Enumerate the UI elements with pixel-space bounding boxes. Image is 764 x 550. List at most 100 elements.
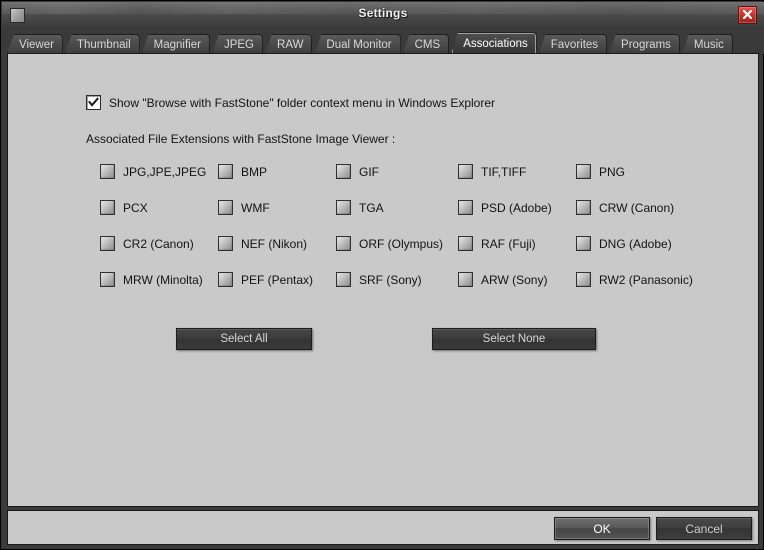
extension-label: SRF (Sony) — [359, 272, 422, 287]
extension-row: JPG,JPE,JPEG BMP GIF TIF,TIFF PNG — [100, 164, 710, 200]
extension-checkbox-crw-canon[interactable]: CRW (Canon) — [576, 200, 674, 215]
extension-label: WMF — [241, 200, 270, 215]
tab-label: Thumbnail — [76, 38, 131, 51]
tab-list: Viewer Thumbnail Magnifier JPEG RAW Dual Moni… — [7, 30, 735, 54]
tab-dual-monitor[interactable]: Dual Monitor — [314, 34, 401, 54]
checkbox-unchecked-icon[interactable] — [336, 272, 351, 287]
extension-checkbox-grid: JPG,JPE,JPEG BMP GIF TIF,TIFF PNG PCX WMF TGA PS… — [100, 164, 710, 308]
extension-label: BMP — [241, 164, 268, 179]
checkbox-checked-icon[interactable] — [86, 95, 101, 110]
extension-checkbox-jpg-jpe-jpeg[interactable]: JPG,JPE,JPEG — [100, 164, 206, 179]
tab-magnifier[interactable]: Magnifier — [141, 34, 210, 54]
extension-label: PSD (Adobe) — [481, 200, 552, 215]
extension-label: TIF,TIFF — [481, 164, 527, 179]
extension-label: CR2 (Canon) — [123, 236, 194, 251]
extension-label: ARW (Sony) — [481, 272, 548, 287]
extension-checkbox-srf-sony[interactable]: SRF (Sony) — [336, 272, 422, 287]
checkbox-unchecked-icon[interactable] — [100, 200, 115, 215]
extension-label: DNG (Adobe) — [599, 236, 672, 251]
extension-row: PCX WMF TGA PSD (Adobe) CRW (Canon) — [100, 200, 710, 236]
checkbox-unchecked-icon[interactable] — [576, 200, 591, 215]
extension-checkbox-orf-olympus[interactable]: ORF (Olympus) — [336, 236, 443, 251]
extension-checkbox-bmp[interactable]: BMP — [218, 164, 267, 179]
extension-checkbox-pcx[interactable]: PCX — [100, 200, 148, 215]
tab-raw[interactable]: RAW — [265, 34, 313, 54]
checkbox-unchecked-icon[interactable] — [218, 236, 233, 251]
associated-extensions-heading: Associated File Extensions with FastSton… — [86, 132, 396, 146]
tab-label: Music — [693, 38, 724, 51]
tab-thumbnail[interactable]: Thumbnail — [64, 34, 140, 54]
tab-label: Associations — [463, 37, 528, 50]
extension-checkbox-arw-sony[interactable]: ARW (Sony) — [458, 272, 547, 287]
window-title: Settings — [358, 6, 408, 20]
tab-label: CMS — [414, 38, 441, 51]
extension-label: RW2 (Panasonic) — [599, 272, 693, 287]
checkbox-unchecked-icon[interactable] — [336, 164, 351, 179]
show-browse-context-menu-label: Show "Browse with FastStone" folder cont… — [109, 95, 496, 110]
select-none-button[interactable]: Select None — [432, 328, 596, 350]
extension-checkbox-raf-fuji[interactable]: RAF (Fuji) — [458, 236, 536, 251]
tab-strip: Viewer Thumbnail Magnifier JPEG RAW Dual Moni… — [2, 27, 764, 54]
checkbox-unchecked-icon[interactable] — [218, 200, 233, 215]
checkbox-unchecked-icon[interactable] — [576, 236, 591, 251]
extension-checkbox-pef-pentax[interactable]: PEF (Pentax) — [218, 272, 313, 287]
checkbox-unchecked-icon[interactable] — [458, 272, 473, 287]
cancel-button[interactable]: Cancel — [656, 517, 752, 540]
select-all-button[interactable]: Select All — [176, 328, 312, 350]
tab-jpeg[interactable]: JPEG — [211, 34, 264, 54]
checkbox-unchecked-icon[interactable] — [458, 164, 473, 179]
tab-label: Programs — [621, 38, 671, 51]
tab-label: Favorites — [550, 38, 599, 51]
tab-cms[interactable]: CMS — [402, 34, 450, 54]
extension-checkbox-nef-nikon[interactable]: NEF (Nikon) — [218, 236, 307, 251]
extension-checkbox-tif-tiff[interactable]: TIF,TIFF — [458, 164, 526, 179]
extension-checkbox-psd-adobe[interactable]: PSD (Adobe) — [458, 200, 552, 215]
tab-label: JPEG — [223, 38, 255, 51]
extension-label: RAF (Fuji) — [481, 236, 536, 251]
ok-button[interactable]: OK — [554, 517, 650, 540]
checkbox-unchecked-icon[interactable] — [100, 236, 115, 251]
extension-label: PEF (Pentax) — [241, 272, 314, 287]
tab-music[interactable]: Music — [681, 34, 733, 54]
tab-associations[interactable]: Associations — [451, 32, 537, 54]
extension-checkbox-wmf[interactable]: WMF — [218, 200, 270, 215]
tab-favorites[interactable]: Favorites — [538, 34, 608, 54]
tab-label: Viewer — [19, 38, 54, 51]
tab-viewer[interactable]: Viewer — [7, 34, 63, 54]
close-icon[interactable] — [738, 6, 757, 24]
checkbox-unchecked-icon[interactable] — [218, 272, 233, 287]
extension-checkbox-dng-adobe[interactable]: DNG (Adobe) — [576, 236, 672, 251]
extension-label: NEF (Nikon) — [241, 236, 308, 251]
checkbox-unchecked-icon[interactable] — [336, 236, 351, 251]
dialog-footer: OK Cancel — [7, 510, 759, 545]
checkbox-unchecked-icon[interactable] — [336, 200, 351, 215]
extension-label: TGA — [359, 200, 384, 215]
extension-checkbox-mrw-minolta[interactable]: MRW (Minolta) — [100, 272, 203, 287]
checkbox-unchecked-icon[interactable] — [100, 272, 115, 287]
extension-checkbox-gif[interactable]: GIF — [336, 164, 379, 179]
extension-label: PNG — [599, 164, 626, 179]
extension-checkbox-png[interactable]: PNG — [576, 164, 625, 179]
extension-label: CRW (Canon) — [599, 200, 675, 215]
checkbox-unchecked-icon[interactable] — [576, 164, 591, 179]
checkbox-unchecked-icon[interactable] — [218, 164, 233, 179]
checkbox-unchecked-icon[interactable] — [458, 200, 473, 215]
extension-checkbox-tga[interactable]: TGA — [336, 200, 384, 215]
tab-programs[interactable]: Programs — [609, 34, 680, 54]
checkbox-unchecked-icon[interactable] — [576, 272, 591, 287]
extension-label: MRW (Minolta) — [123, 272, 203, 287]
extension-label: JPG,JPE,JPEG — [123, 164, 207, 179]
show-browse-context-menu-checkbox[interactable]: Show "Browse with FastStone" folder cont… — [86, 95, 495, 110]
title-bar: Settings — [2, 2, 764, 27]
extension-row: MRW (Minolta) PEF (Pentax) SRF (Sony) ARW (… — [100, 272, 710, 308]
tab-label: Magnifier — [153, 38, 201, 51]
settings-dialog-window: Settings Viewer Thumbnail Magnifier JPEG RAW… — [0, 0, 764, 550]
checkbox-unchecked-icon[interactable] — [100, 164, 115, 179]
extension-checkbox-rw2-panasonic[interactable]: RW2 (Panasonic) — [576, 272, 693, 287]
tab-label: RAW — [277, 38, 304, 51]
checkbox-unchecked-icon[interactable] — [458, 236, 473, 251]
extension-checkbox-cr2-canon[interactable]: CR2 (Canon) — [100, 236, 194, 251]
tab-label: Dual Monitor — [326, 38, 392, 51]
extension-row: CR2 (Canon) NEF (Nikon) ORF (Olympus) RAF (… — [100, 236, 710, 272]
extension-label: GIF — [359, 164, 379, 179]
